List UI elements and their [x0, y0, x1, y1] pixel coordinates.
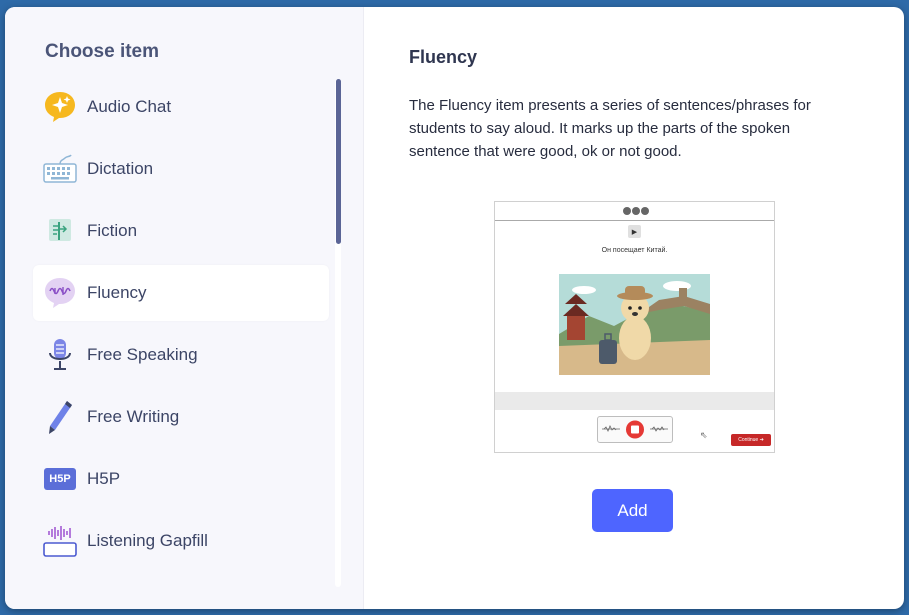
item-label: Free Writing: [87, 407, 180, 426]
book-page-icon: [43, 212, 77, 250]
preview-feedback-band: [495, 392, 774, 410]
preview-illustration: [559, 274, 710, 375]
mouse-cursor-icon: ⇖: [700, 430, 708, 440]
item-label: Audio Chat: [87, 97, 172, 116]
fluency-preview-image: ▶ Он посещает Китай. ⇖ Continue ➔: [494, 201, 775, 453]
item-label: Free Speaking: [87, 345, 198, 364]
h5p-badge: H5P: [44, 468, 76, 490]
preview-top-bar: [495, 202, 774, 221]
item-sidebar: Choose item Audio Chat Dictation Fiction…: [5, 7, 364, 609]
item-label: Fiction: [87, 221, 138, 240]
item-label: Listening Gapfill: [87, 531, 208, 550]
preview-play-icon: ▶: [628, 225, 641, 238]
detail-description: The Fluency item presents a series of se…: [409, 97, 811, 160]
item-fluency[interactable]: Fluency: [33, 265, 329, 321]
item-label: Dictation: [87, 159, 154, 178]
keyboard-icon: [43, 150, 77, 188]
item-free-writing[interactable]: Free Writing: [33, 389, 329, 445]
record-stop-icon: [602, 420, 668, 439]
audio-wave-box-icon: [43, 522, 77, 560]
item-dictation[interactable]: Dictation: [33, 141, 329, 197]
microphone-icon: [43, 336, 77, 374]
item-listening-gapfill[interactable]: Listening Gapfill: [33, 513, 329, 569]
preview-sentence: Он посещает Китай.: [601, 247, 668, 254]
preview-continue-button: Continue ➔: [731, 434, 771, 446]
sparkle-chat-icon: [43, 88, 77, 126]
sidebar-title: Choose item: [45, 41, 160, 62]
h5p-icon: H5P: [43, 460, 77, 498]
item-h5p[interactable]: H5P H5P: [33, 451, 329, 507]
preview-dots-icon: [623, 207, 649, 215]
choose-item-dialog: Choose item Audio Chat Dictation Fiction…: [5, 7, 904, 609]
pen-icon: [43, 398, 77, 436]
item-free-speaking[interactable]: Free Speaking: [33, 327, 329, 383]
preview-recorder: [597, 416, 673, 443]
item-label: H5P: [87, 469, 121, 488]
item-fiction[interactable]: Fiction: [33, 203, 329, 259]
scrollbar-thumb[interactable]: [336, 79, 341, 244]
item-audio-chat[interactable]: Audio Chat: [33, 79, 329, 135]
detail-title: Fluency: [409, 47, 478, 67]
speech-wave-icon: [43, 274, 77, 312]
add-button[interactable]: Add: [592, 489, 673, 532]
item-label: Fluency: [87, 283, 147, 302]
item-list: Audio Chat Dictation Fiction Fluency Fre…: [33, 79, 329, 575]
